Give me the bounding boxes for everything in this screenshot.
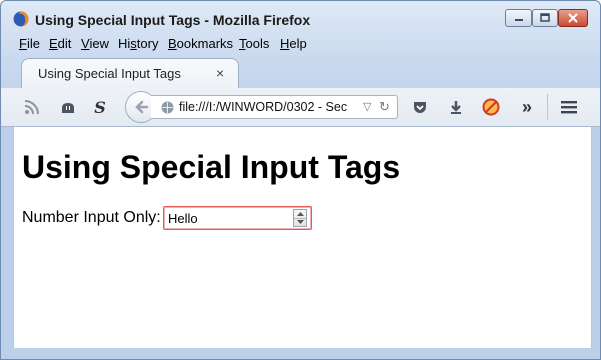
globe-icon <box>161 101 174 114</box>
navigation-toolbar: S file:///I:/WINWORD/0302 - Sec ▽ ↻ » <box>1 88 600 127</box>
firefox-icon <box>13 11 29 27</box>
tab-using-special-input-tags[interactable]: Using Special Input Tags × <box>21 58 239 88</box>
close-icon <box>568 13 578 23</box>
hamburger-menu-icon[interactable] <box>558 96 580 118</box>
menu-file[interactable]: File <box>19 36 40 51</box>
menu-view[interactable]: View <box>81 36 109 51</box>
spin-down-icon <box>296 220 304 224</box>
rss-icon[interactable] <box>21 96 43 118</box>
spin-down-button[interactable] <box>294 218 306 226</box>
minimize-icon <box>514 19 523 21</box>
menu-history[interactable]: History <box>118 36 158 51</box>
tab-strip: Using Special Input Tags × <box>1 56 600 88</box>
number-input-label: Number Input Only: <box>22 209 161 226</box>
url-text[interactable]: file:///I:/WINWORD/0302 - Sec <box>179 100 356 114</box>
menu-bookmarks[interactable]: Bookmarks <box>168 36 233 51</box>
toolbar-separator <box>547 94 548 120</box>
tab-label: Using Special Input Tags <box>38 66 181 81</box>
blocked-addon-icon[interactable] <box>480 96 502 118</box>
number-input-value[interactable]: Hello <box>168 211 198 226</box>
menu-bar: File Edit View History Bookmarks Tools H… <box>1 34 600 54</box>
page-heading: Using Special Input Tags <box>22 149 401 185</box>
number-spinner[interactable] <box>293 209 307 227</box>
reload-icon[interactable]: ↻ <box>379 99 390 115</box>
minimize-button[interactable] <box>505 9 532 27</box>
overflow-chevron-icon[interactable]: » <box>516 96 538 118</box>
download-icon[interactable] <box>445 96 467 118</box>
menu-help[interactable]: Help <box>280 36 307 51</box>
number-input[interactable]: Hello <box>163 206 312 230</box>
maximize-icon <box>540 13 550 22</box>
spin-up-icon <box>296 212 304 216</box>
url-dropdown-icon[interactable]: ▽ <box>363 100 371 113</box>
title-bar: Using Special Input Tags - Mozilla Firef… <box>1 1 600 33</box>
url-bar[interactable]: file:///I:/WINWORD/0302 - Sec ▽ ↻ <box>151 95 398 119</box>
close-window-button[interactable] <box>558 9 588 27</box>
page-content: Using Special Input Tags Number Input On… <box>13 127 592 348</box>
menu-tools[interactable]: Tools <box>239 36 269 51</box>
menu-edit[interactable]: Edit <box>49 36 71 51</box>
sync-icon[interactable] <box>57 96 79 118</box>
s-addon-icon[interactable]: S <box>89 96 111 118</box>
browser-window: Using Special Input Tags - Mozilla Firef… <box>0 0 601 360</box>
back-arrow-icon <box>135 100 149 114</box>
window-title: Using Special Input Tags - Mozilla Firef… <box>35 12 311 28</box>
maximize-button[interactable] <box>532 9 558 27</box>
tab-close-icon[interactable]: × <box>216 65 224 81</box>
pocket-icon[interactable] <box>409 96 431 118</box>
